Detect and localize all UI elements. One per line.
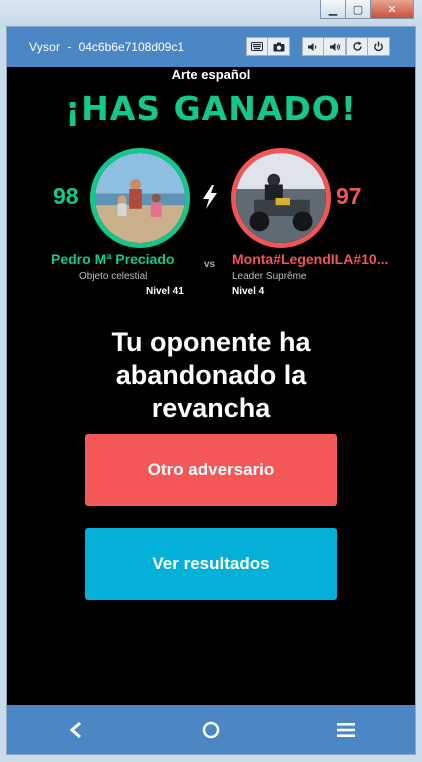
rotate-button[interactable] [346, 37, 368, 56]
message-line: abandonado la [115, 360, 307, 390]
volume-up-icon [329, 42, 340, 51]
player-level: Nivel 41 [146, 286, 184, 297]
android-nav-bar [7, 705, 415, 754]
device-id: 04c6b6e7108d09c1 [78, 40, 185, 54]
capture-tools [246, 37, 290, 56]
vysor-window: Vysor - 04c6b6e7108d09c1 Arte español ¡H… [6, 26, 416, 755]
minimize-icon: ▁ [328, 2, 338, 16]
volume-up-button[interactable] [324, 37, 346, 56]
player-avatar[interactable] [90, 148, 190, 248]
home-button[interactable] [198, 717, 224, 743]
keyboard-icon [251, 42, 263, 51]
close-icon: ✕ [387, 2, 397, 16]
volume-down-icon [308, 42, 317, 51]
power-button[interactable] [368, 37, 390, 56]
keyboard-button[interactable] [246, 37, 268, 56]
volume-tools [302, 37, 346, 56]
lightning-icon [203, 185, 217, 209]
result-headline: ¡HAS GANADO! [65, 89, 357, 128]
opponent-photo [236, 153, 326, 243]
window-minimize-button[interactable]: ▁ [320, 0, 346, 19]
power-tools [346, 37, 390, 56]
window-close-button[interactable]: ✕ [370, 0, 414, 19]
title-separator: - [67, 40, 72, 54]
screenshot-button[interactable] [268, 37, 290, 56]
vysor-toolbar: Vysor - 04c6b6e7108d09c1 [7, 27, 415, 67]
opponent-level: Nivel 4 [232, 286, 265, 297]
vs-label: vs [204, 259, 216, 270]
message-line: Tu oponente ha [111, 327, 311, 357]
volume-down-button[interactable] [302, 37, 324, 56]
window-maximize-button[interactable]: ▢ [345, 0, 371, 19]
game-result-screen: Arte español ¡HAS GANADO! 98 97 Pedro Mª… [7, 67, 415, 705]
app-title: Vysor [29, 40, 61, 54]
category-label: Arte español [171, 67, 251, 82]
window-titlebar: ▁ ▢ ✕ [0, 0, 422, 26]
rotate-icon [352, 41, 362, 51]
home-icon [202, 721, 220, 739]
menu-icon [337, 723, 355, 737]
opponent-title: Leader Suprême [232, 271, 307, 282]
opponent-avatar[interactable] [231, 148, 331, 248]
player-score: 98 [53, 183, 79, 209]
camera-icon [273, 42, 284, 51]
view-results-button[interactable]: Ver resultados [85, 528, 337, 600]
other-opponent-button[interactable]: Otro adversario [85, 434, 337, 506]
player-title: Objeto celestial [79, 271, 148, 282]
opponent-score: 97 [336, 183, 362, 209]
player-name: Pedro Mª Preciado [51, 251, 175, 267]
power-icon [374, 41, 383, 52]
menu-button[interactable] [333, 717, 359, 743]
player-photo [95, 153, 185, 243]
maximize-icon: ▢ [352, 2, 364, 16]
opponent-name: Monta#LegendILA#10... [232, 251, 389, 267]
window-controls: ▁ ▢ ✕ [320, 0, 414, 19]
back-button[interactable] [63, 717, 89, 743]
message-line: revancha [151, 393, 271, 423]
back-icon [69, 721, 81, 739]
rematch-message: Tu oponente ha abandonado la revancha [7, 326, 415, 425]
